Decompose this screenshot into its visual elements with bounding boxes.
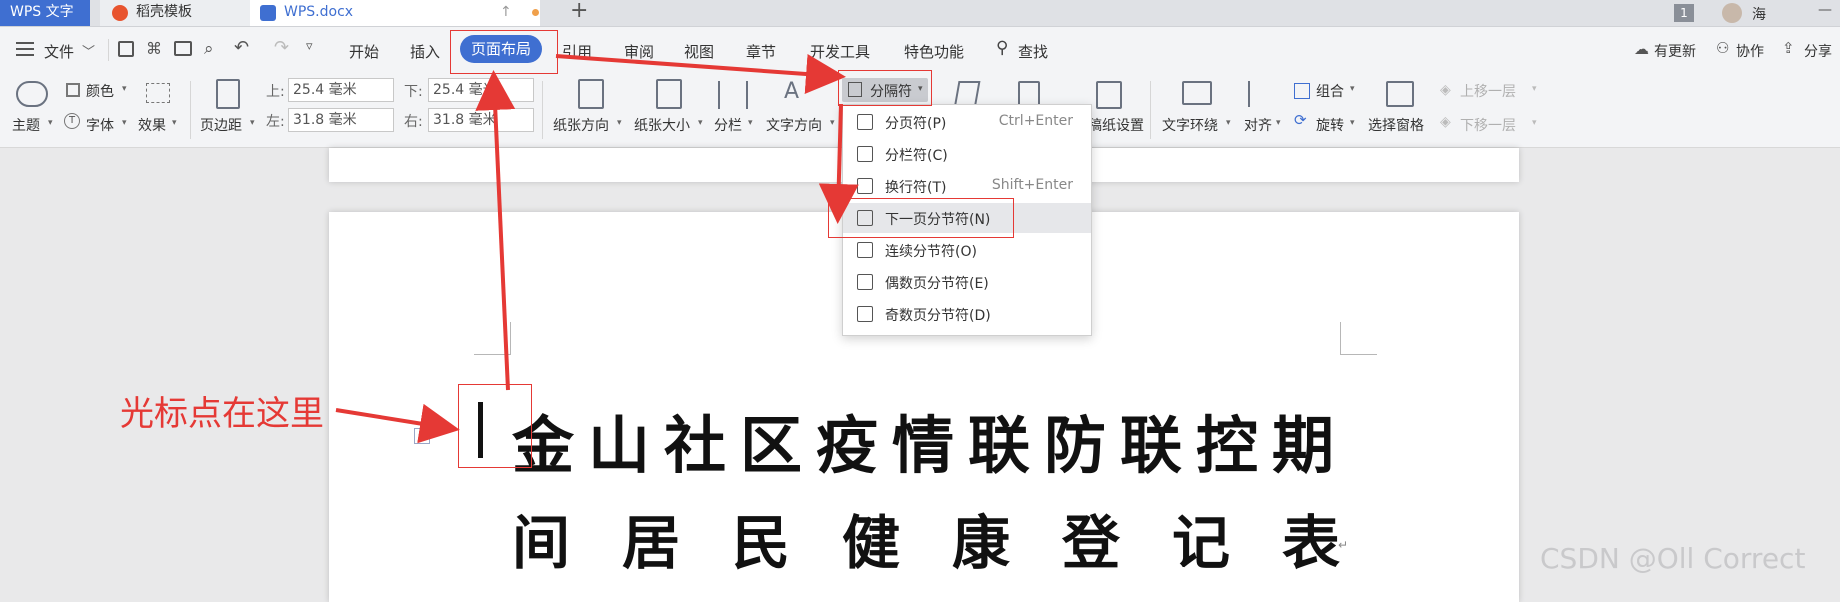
arrow-note-to-cursor bbox=[335, 403, 460, 444]
arrow-cursor-to-layout bbox=[475, 70, 516, 391]
annotation-arrows bbox=[335, 54, 859, 444]
watermark-text: CSDN @Oll Correct bbox=[1540, 542, 1806, 575]
annotation-cursor-note: 光标点在这里 bbox=[120, 394, 324, 434]
arrow-separator-to-menu bbox=[818, 103, 859, 224]
arrow-layout-to-separator bbox=[555, 54, 846, 94]
